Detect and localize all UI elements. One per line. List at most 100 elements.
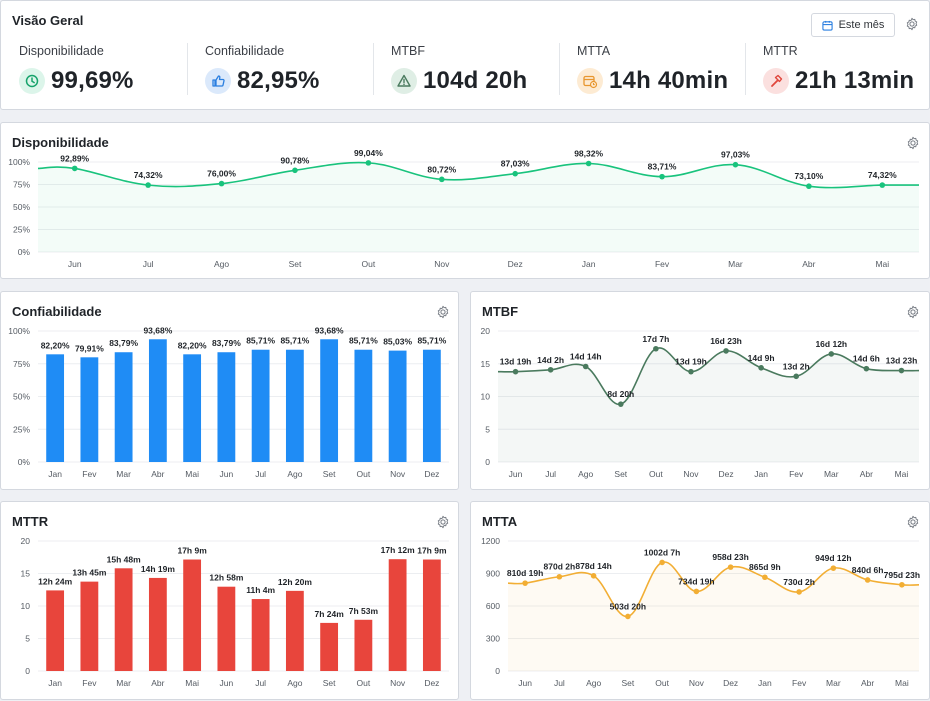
data-label: 73,10% xyxy=(794,171,823,181)
y-tick-label: 0 xyxy=(25,666,30,676)
x-tick-label: Mai xyxy=(875,259,889,269)
x-tick-label: Fev xyxy=(655,259,670,269)
data-label: 99,04% xyxy=(354,148,383,158)
data-label: 83,79% xyxy=(212,338,241,348)
kpi-value: 82,95% xyxy=(237,67,320,94)
data-label: 17h 12m xyxy=(381,545,415,555)
data-label: 878d 14h xyxy=(575,561,611,571)
x-tick-label: Jul xyxy=(554,678,565,688)
x-tick-label: Ago xyxy=(287,469,302,479)
x-tick-label: Set xyxy=(323,678,336,688)
kpi-label: MTTA xyxy=(577,44,611,58)
data-label: 98,32% xyxy=(574,149,603,159)
data-label: 80,72% xyxy=(427,164,456,174)
bar xyxy=(354,619,373,671)
data-label: 13h 45m xyxy=(72,568,106,578)
y-tick-label: 100% xyxy=(8,157,30,167)
x-tick-label: Mai xyxy=(185,469,199,479)
data-point xyxy=(547,366,554,373)
data-label: 79,91% xyxy=(75,343,104,353)
data-point xyxy=(830,565,837,571)
x-tick-label: Out xyxy=(655,678,669,688)
data-point xyxy=(438,176,445,183)
data-label: 840d 6h xyxy=(852,565,884,575)
data-point xyxy=(732,161,739,168)
data-label: 92,89% xyxy=(60,153,89,163)
area-fill xyxy=(38,162,919,252)
overview-title: Visão Geral xyxy=(12,13,84,28)
data-label: 730d 2h xyxy=(783,577,815,587)
data-label: 15h 48m xyxy=(107,554,141,564)
x-tick-label: Jun xyxy=(509,469,523,479)
data-label: 85,71% xyxy=(280,336,309,346)
data-label: 795d 23h xyxy=(884,570,920,580)
data-label: 82,20% xyxy=(178,340,207,350)
gear-icon[interactable] xyxy=(905,17,919,31)
data-label: 93,68% xyxy=(143,325,172,335)
bar xyxy=(148,577,167,671)
data-point xyxy=(292,167,298,174)
bar xyxy=(46,590,65,671)
x-tick-label: Jun xyxy=(220,469,234,479)
data-point xyxy=(796,589,802,595)
y-tick-label: 20 xyxy=(481,326,491,336)
data-label: 17d 7h xyxy=(642,334,669,344)
data-label: 12h 24m xyxy=(38,576,72,586)
data-label: 14d 2h xyxy=(537,355,564,365)
disponibilidade-card: Disponibilidade 100% 75% 50% 25% 0% Jun Jul Ago… xyxy=(0,122,930,279)
bar xyxy=(320,339,339,462)
data-point xyxy=(828,351,835,357)
data-label: 13d 19h xyxy=(500,357,532,367)
data-point xyxy=(145,182,151,188)
data-point xyxy=(582,363,589,370)
x-tick-label: Jan xyxy=(48,678,62,688)
data-label: 83,71% xyxy=(648,162,677,172)
data-label: 83,79% xyxy=(109,338,138,348)
bar xyxy=(114,352,133,462)
data-point xyxy=(625,613,631,620)
data-label: 76,00% xyxy=(207,169,236,179)
y-tick-label: 100% xyxy=(8,326,30,336)
data-label: 14d 6h xyxy=(853,354,880,364)
y-tick-label: 75% xyxy=(13,180,30,190)
x-tick-label: Abr xyxy=(151,678,164,688)
x-tick-label: Jun xyxy=(518,678,532,688)
y-tick-label: 0 xyxy=(495,666,500,676)
data-label: 13d 23h xyxy=(886,356,918,366)
data-label: 16d 12h xyxy=(815,339,847,349)
x-tick-label: Jan xyxy=(758,678,772,688)
bar xyxy=(388,350,407,462)
bar xyxy=(285,349,304,462)
kpi-value: 99,69% xyxy=(51,67,134,94)
bar xyxy=(183,559,202,671)
data-point xyxy=(659,173,665,180)
data-point xyxy=(864,577,871,583)
x-tick-label: Set xyxy=(621,678,634,688)
y-tick-label: 50% xyxy=(13,202,30,212)
data-point xyxy=(793,373,800,380)
y-tick-label: 900 xyxy=(486,569,500,579)
bar xyxy=(422,349,441,462)
bar xyxy=(46,354,65,462)
bar xyxy=(217,352,236,462)
x-tick-label: Nov xyxy=(683,469,699,479)
kpi-value: 14h 40min xyxy=(609,67,729,94)
warning-icon xyxy=(391,68,417,94)
data-label: 11h 4m xyxy=(246,585,275,595)
data-label: 74,32% xyxy=(868,170,897,180)
y-tick-label: 300 xyxy=(486,634,500,644)
x-tick-label: Mar xyxy=(824,469,839,479)
x-tick-label: Dez xyxy=(424,678,439,688)
data-label: 97,03% xyxy=(721,150,750,160)
kpi-label: Disponibilidade xyxy=(19,44,104,58)
x-tick-label: Ago xyxy=(287,678,302,688)
data-point xyxy=(899,581,905,588)
y-tick-label: 15 xyxy=(481,359,491,369)
y-tick-label: 75% xyxy=(13,359,30,369)
data-point xyxy=(693,588,700,595)
y-tick-label: 15 xyxy=(21,569,31,579)
period-selector-button[interactable]: Este mês xyxy=(811,13,895,37)
x-tick-label: Mar xyxy=(826,678,841,688)
x-tick-label: Mai xyxy=(185,678,199,688)
x-tick-label: Jul xyxy=(255,678,266,688)
